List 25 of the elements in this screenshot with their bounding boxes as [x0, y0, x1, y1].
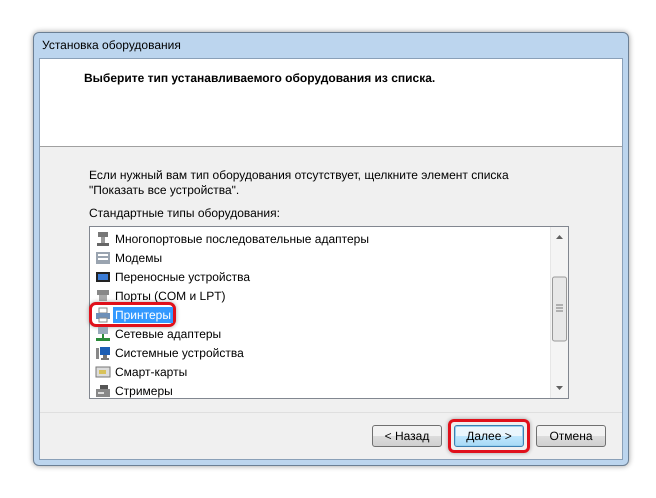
list-item[interactable]: Стримеры	[113, 382, 175, 398]
list-item[interactable]: Порты (COM и LPT)	[113, 288, 228, 304]
tape-drive-icon	[95, 382, 111, 398]
list-item[interactable]: Переносные устройства	[113, 268, 252, 284]
list-item[interactable]: Многопортовые последовательные адаптеры	[113, 230, 371, 246]
instruction-text: Если нужный вам тип оборудования отсутствует, щелкните элемент списка "Показать все устройства".	[89, 168, 509, 198]
computer-icon	[95, 344, 111, 360]
port-icon	[95, 288, 111, 304]
back-button[interactable]: < Назад	[372, 425, 442, 447]
next-button[interactable]: Далее >	[454, 425, 524, 447]
adapter-icon	[95, 230, 111, 246]
device-type-list[interactable]: Многопортовые последовательные адаптеры Модемы Переносные устройства Порты (COM и LPT) Принтеры Сетевые адаптеры Системные устройства Смарт-карты Стримеры	[89, 226, 569, 399]
list-item[interactable]: Модемы	[113, 250, 164, 266]
list-item[interactable]: Системные устройства	[113, 344, 246, 360]
network-icon	[95, 326, 111, 342]
list-item[interactable]: Сетевые адаптеры	[113, 326, 224, 342]
heading: Выберите тип устанавливаемого оборудования из списка.	[84, 71, 436, 85]
card-icon	[95, 364, 111, 380]
scrollbar[interactable]	[550, 227, 568, 398]
modem-icon	[95, 250, 111, 266]
window-title: Установка оборудования	[41, 37, 182, 54]
printer-icon	[95, 306, 111, 322]
list-item[interactable]: Смарт-карты	[113, 364, 190, 380]
cancel-button[interactable]: Отмена	[536, 425, 606, 447]
list-label: Стандартные типы оборудования:	[89, 206, 281, 220]
